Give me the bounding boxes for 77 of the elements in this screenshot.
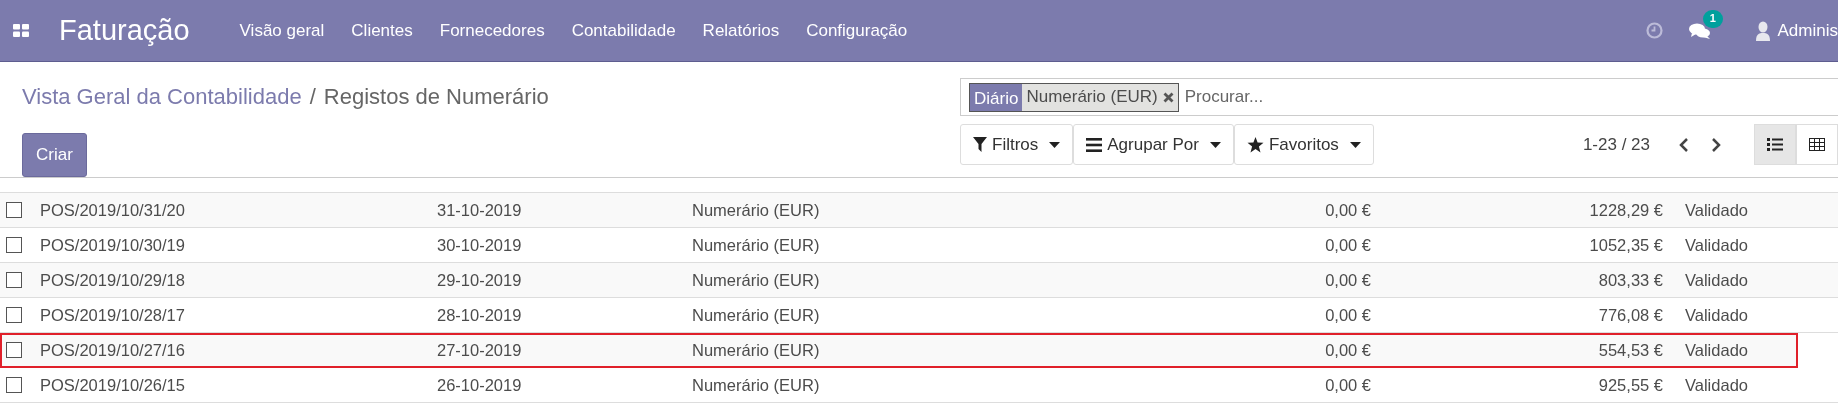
dropdown-button[interactable]: Favoritos	[1233, 124, 1374, 165]
table-cell-text: POS/2019/10/31/20	[40, 199, 186, 221]
table-cell-text: Validado	[1685, 199, 1748, 221]
caret-icon	[1209, 141, 1221, 148]
menu-item[interactable]: Configuração	[806, 17, 908, 44]
table-cell-text: Numerário (EUR)	[692, 304, 821, 326]
search-field[interactable]: Diário Numerário (EUR) Procurar...	[960, 78, 1838, 116]
table-cell-text: Numerário (EUR)	[692, 269, 821, 291]
table-cell-text: 28-10-2019	[437, 304, 523, 326]
table-cell-text: Validado	[1685, 374, 1748, 396]
close-icon[interactable]	[1162, 91, 1174, 103]
table-cell-text: 31-10-2019	[437, 199, 523, 221]
table-cell-text: 0,00 €	[1324, 199, 1371, 221]
menu-item[interactable]: Contabilidade	[571, 17, 676, 44]
dropdown-button[interactable]: Agrupar Por	[1073, 124, 1234, 165]
table-cell-text: 1228,29 €	[1588, 199, 1663, 221]
table-cell-text: 26-10-2019	[437, 374, 523, 396]
breadcrumb-link[interactable]: Vista Geral da Contabilidade	[22, 84, 302, 109]
filter-icon	[973, 137, 987, 152]
table-cell-text: POS/2019/10/28/17	[40, 304, 186, 326]
chat-icon[interactable]	[1688, 22, 1711, 41]
table-cell-text: 29-10-2019	[437, 269, 523, 291]
table-cell-text: 0,00 €	[1324, 339, 1371, 361]
breadcrumb-separator: /	[309, 84, 316, 109]
table-cell-text: POS/2019/10/29/18	[40, 269, 186, 291]
menu-icon	[1086, 137, 1103, 152]
row-checkbox[interactable]	[6, 342, 22, 358]
chevron-right-icon	[1710, 137, 1722, 154]
chevron-left-icon	[1678, 137, 1690, 154]
caret-icon	[1349, 141, 1361, 148]
row-checkbox[interactable]	[6, 377, 22, 393]
table-cell-text: 776,08 €	[1597, 304, 1663, 326]
table-cell-text: 0,00 €	[1324, 269, 1371, 291]
table-cell-text: 0,00 €	[1324, 234, 1371, 256]
table-cell-text: 30-10-2019	[437, 234, 523, 256]
table-cell-text: Numerário (EUR)	[692, 339, 821, 361]
search-facet: Diário Numerário (EUR)	[969, 82, 1179, 112]
grid-view-button[interactable]	[1796, 124, 1838, 165]
table-cell-text: Validado	[1685, 339, 1748, 361]
row-checkbox[interactable]	[6, 307, 22, 323]
table-cell-text: Numerário (EUR)	[692, 199, 821, 221]
user-icon	[1755, 20, 1770, 41]
menu-item[interactable]: Clientes	[351, 17, 413, 44]
row-checkbox[interactable]	[6, 202, 22, 218]
app-title: Faturação	[59, 12, 190, 48]
star-icon	[1246, 136, 1264, 153]
user-name[interactable]: Adminis	[1777, 17, 1838, 44]
message-count-badge: 1	[1702, 9, 1723, 29]
table-cell-text: POS/2019/10/26/15	[40, 374, 186, 396]
menu-item[interactable]: Relatórios	[702, 17, 780, 44]
table-cell-text: Validado	[1685, 304, 1748, 326]
table-cell-text: 925,55 €	[1597, 374, 1663, 396]
list-view-button[interactable]	[1754, 124, 1796, 165]
table-cell-text: Numerário (EUR)	[692, 234, 821, 256]
row-checkbox[interactable]	[6, 272, 22, 288]
row-checkbox[interactable]	[6, 237, 22, 253]
menu-item[interactable]: Visão geral	[239, 17, 325, 44]
table-cell-text: 554,53 €	[1597, 339, 1663, 361]
table-icon	[1809, 138, 1825, 151]
table-cell-text: 1052,35 €	[1588, 234, 1663, 256]
table-cell-text: 0,00 €	[1324, 374, 1371, 396]
table-cell-text: 0,00 €	[1324, 304, 1371, 326]
table-cell-text: Numerário (EUR)	[692, 374, 821, 396]
table-cell-text: POS/2019/10/27/16	[40, 339, 186, 361]
table-cell-text: 803,33 €	[1597, 269, 1663, 291]
caret-icon	[1049, 141, 1061, 148]
menu-item[interactable]: Fornecedores	[439, 17, 545, 44]
page-title: Registos de Numerário	[323, 84, 549, 109]
list-icon	[1767, 138, 1783, 151]
pager-text: 1-23 / 23	[1582, 133, 1650, 156]
table-cell-text: Validado	[1685, 234, 1748, 256]
table-cell-text: 27-10-2019	[437, 339, 523, 361]
apps-icon[interactable]	[13, 24, 29, 37]
table-cell-text: POS/2019/10/30/19	[40, 234, 186, 256]
dropdown-button[interactable]: Filtros	[960, 124, 1074, 165]
create-button[interactable]: Criar	[22, 133, 87, 177]
table-cell-text: Validado	[1685, 269, 1748, 291]
